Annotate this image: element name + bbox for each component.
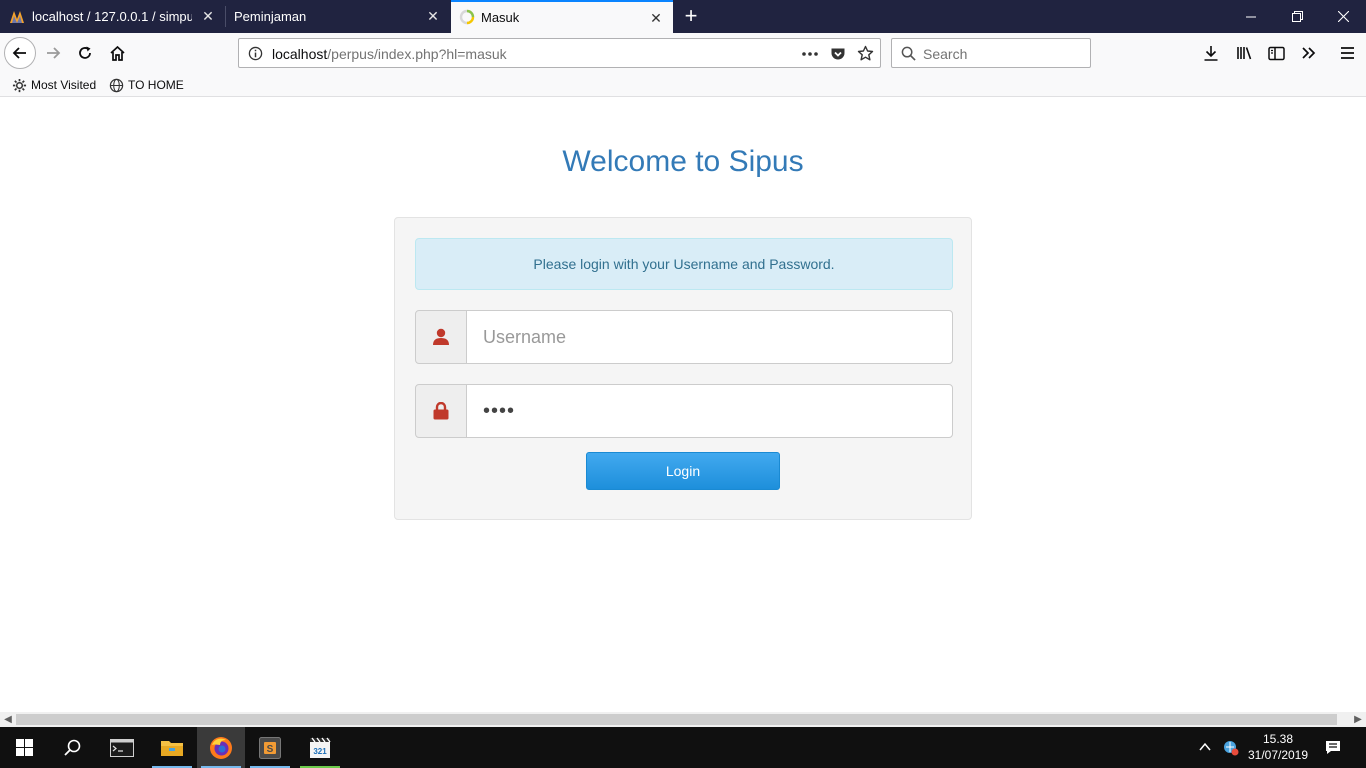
login-panel: Please login with your Username and Pass…	[394, 217, 972, 520]
password-addon	[415, 384, 467, 438]
username-addon	[415, 310, 467, 364]
search-placeholder: Search	[923, 46, 968, 62]
pocket-icon[interactable]	[830, 46, 846, 62]
username-input[interactable]	[466, 310, 953, 364]
page-actions-icon[interactable]	[801, 47, 819, 61]
svg-text:321: 321	[313, 747, 327, 756]
menu-button[interactable]	[1336, 42, 1358, 64]
tab-peminjaman[interactable]: Peminjaman ✕	[226, 0, 450, 33]
hamburger-menu-icon	[1340, 47, 1354, 59]
restore-icon	[1291, 11, 1303, 22]
info-icon[interactable]	[248, 46, 263, 61]
bookmark-star-icon[interactable]	[857, 45, 874, 62]
windows-taskbar: S 321 15.38 31/07/2019	[0, 727, 1366, 768]
bookmark-to-home[interactable]: TO HOME	[109, 76, 184, 94]
close-window-button[interactable]	[1320, 0, 1366, 33]
restore-button[interactable]	[1274, 0, 1320, 33]
page-content: Welcome to Sipus Please login with your …	[0, 97, 1366, 712]
sidebar-button[interactable]	[1265, 42, 1287, 64]
show-hidden-icons-button[interactable]	[1198, 740, 1214, 756]
scroll-right-icon[interactable]: ▶	[1350, 712, 1366, 727]
notification-icon	[1326, 741, 1340, 754]
arrow-left-icon	[12, 47, 26, 59]
globe-icon	[109, 78, 124, 92]
url-text[interactable]: localhost/perpus/index.php?hl=masuk	[272, 46, 507, 62]
reload-button[interactable]	[74, 42, 96, 64]
search-bar[interactable]: Search	[891, 38, 1091, 68]
close-tab-icon[interactable]: ✕	[426, 9, 440, 23]
phpmyadmin-icon	[10, 11, 24, 23]
action-center-button[interactable]	[1318, 727, 1348, 768]
taskbar-sublime-text[interactable]: S	[246, 727, 294, 768]
scrollbar-thumb[interactable]	[16, 714, 1337, 725]
network-icon	[1224, 741, 1239, 756]
file-explorer-icon	[161, 740, 183, 756]
gear-icon	[12, 78, 27, 92]
loading-spinner-icon	[459, 9, 475, 25]
password-input[interactable]	[466, 384, 953, 438]
close-tab-icon[interactable]: ✕	[649, 11, 663, 25]
page-title: Welcome to Sipus	[562, 145, 804, 178]
horizontal-scrollbar[interactable]: ◀ ▶	[0, 712, 1366, 727]
taskbar-firefox[interactable]	[197, 727, 245, 768]
url-bar[interactable]: localhost/perpus/index.php?hl=masuk	[238, 38, 881, 68]
bookmarks-toolbar: Most Visited TO HOME	[0, 73, 1366, 97]
taskbar-terminal[interactable]	[98, 727, 146, 768]
firefox-icon	[210, 736, 232, 759]
chevron-up-icon	[1199, 742, 1211, 751]
home-button[interactable]	[106, 42, 128, 64]
tab-label: Masuk	[481, 10, 520, 25]
download-icon	[1204, 46, 1218, 61]
bookmark-label: TO HOME	[128, 78, 184, 92]
library-button[interactable]	[1233, 42, 1255, 64]
tab-strip: localhost / 127.0.0.1 / simpus / ✕ Pemin…	[0, 0, 1366, 33]
login-button[interactable]: Login	[586, 452, 780, 490]
taskbar-search-button[interactable]	[48, 727, 96, 768]
search-icon	[63, 739, 80, 756]
home-icon	[109, 45, 125, 61]
minimize-icon	[1246, 16, 1256, 17]
navigation-toolbar: localhost/perpus/index.php?hl=masuk Sear…	[0, 33, 1366, 73]
bookmark-most-visited[interactable]: Most Visited	[12, 76, 96, 94]
tray-network-button[interactable]	[1222, 739, 1240, 757]
taskbar-clock[interactable]: 15.38 31/07/2019	[1242, 731, 1314, 763]
url-host: localhost	[272, 46, 328, 62]
scroll-left-icon[interactable]: ◀	[0, 712, 16, 727]
close-icon	[1337, 11, 1349, 22]
username-group	[415, 310, 953, 364]
tab-masuk[interactable]: Masuk ✕	[451, 0, 673, 33]
overflow-button[interactable]	[1297, 42, 1319, 64]
search-icon	[901, 46, 916, 61]
user-icon	[433, 328, 449, 345]
media-player-icon: 321	[310, 737, 331, 758]
minimize-button[interactable]	[1228, 0, 1274, 33]
new-tab-button[interactable]: +	[680, 5, 702, 28]
tab-label: Peminjaman	[234, 9, 307, 24]
forward-button[interactable]	[42, 42, 64, 64]
login-info-alert: Please login with your Username and Pass…	[415, 238, 953, 290]
library-icon	[1236, 47, 1251, 60]
bookmark-label: Most Visited	[31, 78, 97, 92]
lock-icon	[433, 402, 449, 420]
close-tab-icon[interactable]: ✕	[201, 9, 215, 23]
password-group	[415, 384, 953, 438]
tab-label: localhost / 127.0.0.1 / simpus /	[32, 9, 192, 24]
reload-icon	[79, 46, 91, 59]
svg-text:S: S	[267, 744, 274, 755]
arrow-right-icon	[47, 47, 61, 59]
terminal-icon	[110, 738, 134, 757]
url-path: /perpus/index.php?hl=masuk	[327, 46, 507, 62]
taskbar-media-player[interactable]: 321	[296, 727, 344, 768]
windows-start-icon	[15, 739, 33, 756]
sublime-text-icon: S	[259, 736, 281, 759]
clock-date: 31/07/2019	[1247, 748, 1309, 762]
taskbar-file-explorer[interactable]	[148, 727, 196, 768]
chevron-double-right-icon	[1301, 47, 1315, 59]
clock-time: 15.38	[1262, 732, 1294, 746]
sidebar-icon	[1267, 46, 1285, 60]
downloads-button[interactable]	[1200, 42, 1222, 64]
back-button[interactable]	[4, 37, 36, 69]
tab-phpmyadmin[interactable]: localhost / 127.0.0.1 / simpus / ✕	[0, 0, 225, 33]
start-button[interactable]	[0, 727, 48, 768]
